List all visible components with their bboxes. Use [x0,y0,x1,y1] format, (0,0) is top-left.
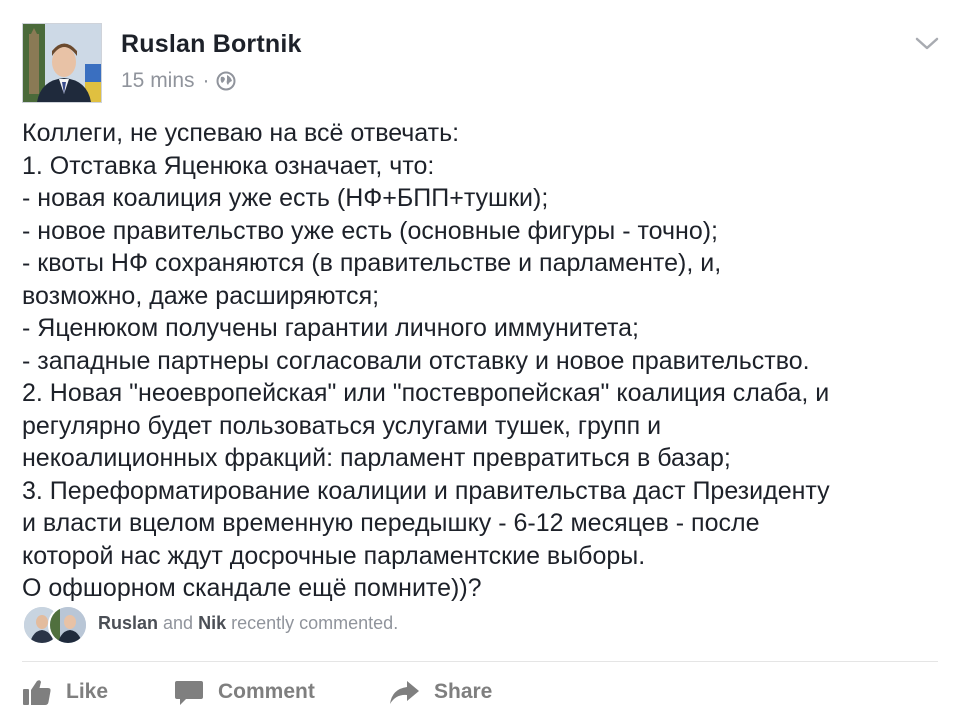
comment-label: Comment [218,680,315,703]
recent-comments-text: Ruslan and Nik recently commented. [98,613,398,634]
commenter-name[interactable]: Ruslan [98,613,158,633]
author-name[interactable]: Ruslan Bortnik [121,30,302,59]
commenter-name[interactable]: Nik [198,613,226,633]
post-text-line: возможно, даже расширяются; [22,281,380,310]
comment-activity-suffix: recently commented. [231,612,399,633]
post-text-line: регулярно будет пользоваться услугами ту… [22,411,662,440]
thumbs-up-icon [23,680,51,705]
commenter-avatars [22,602,92,645]
post-header: Ruslan Bortnik 15 mins · [0,0,960,112]
globe-icon[interactable] [216,71,236,91]
post-text-line: - новое правительство уже есть (основные… [22,216,718,245]
recent-comments-row[interactable]: Ruslan and Nik recently commented. [22,602,398,645]
meta-separator: · [202,69,210,92]
share-button[interactable]: Share [388,672,492,712]
post-text-line: 2. Новая "неоевропейская" или "постевроп… [22,379,830,407]
commenter-avatar [48,605,88,645]
post-text-line: 1. Отставка Яценюка означает, что: [22,151,435,180]
post-text-line: Коллеги, не успеваю на всё отвечать: [22,119,460,147]
share-arrow-icon [390,681,419,704]
post-text-line: - западные партнеры согласовали отставку… [22,346,810,375]
share-label: Share [434,680,493,703]
post-text-line: которой нас ждут досрочные парламентские… [22,541,646,570]
post-text-line: - новая коалиция уже есть (НФ+БПП+тушки)… [22,184,549,212]
chevron-down-icon[interactable] [914,36,940,52]
post-text-line: некоалиционных фракций: парламент превра… [22,444,731,472]
like-label: Like [66,680,109,703]
comment-bubble-icon [175,681,203,705]
post-meta: 15 mins · [121,68,236,94]
joiner-text: and [163,612,194,633]
like-button[interactable]: Like [22,672,108,712]
post-actions-bar: Like Comment Share [22,672,938,712]
author-avatar[interactable] [22,23,102,103]
comment-button[interactable]: Comment [174,672,315,712]
post-text-line: - Яценюком получены гарантии личного имм… [22,314,639,342]
post-text: Коллеги, не успеваю на всё отвечать: 1. … [22,117,938,605]
actions-divider [22,661,938,662]
post-text-line: О офшорном скандале ещё помните))? [22,574,482,602]
post-text-line: 3. Переформатирование коалиции и правите… [22,476,830,505]
post-timestamp[interactable]: 15 mins [121,69,195,93]
post-text-line: - квоты НФ сохраняются (в правительстве … [22,249,722,277]
post-text-line: и власти вцелом временную передышку - 6-… [22,509,760,537]
avatar-photo [23,24,101,102]
